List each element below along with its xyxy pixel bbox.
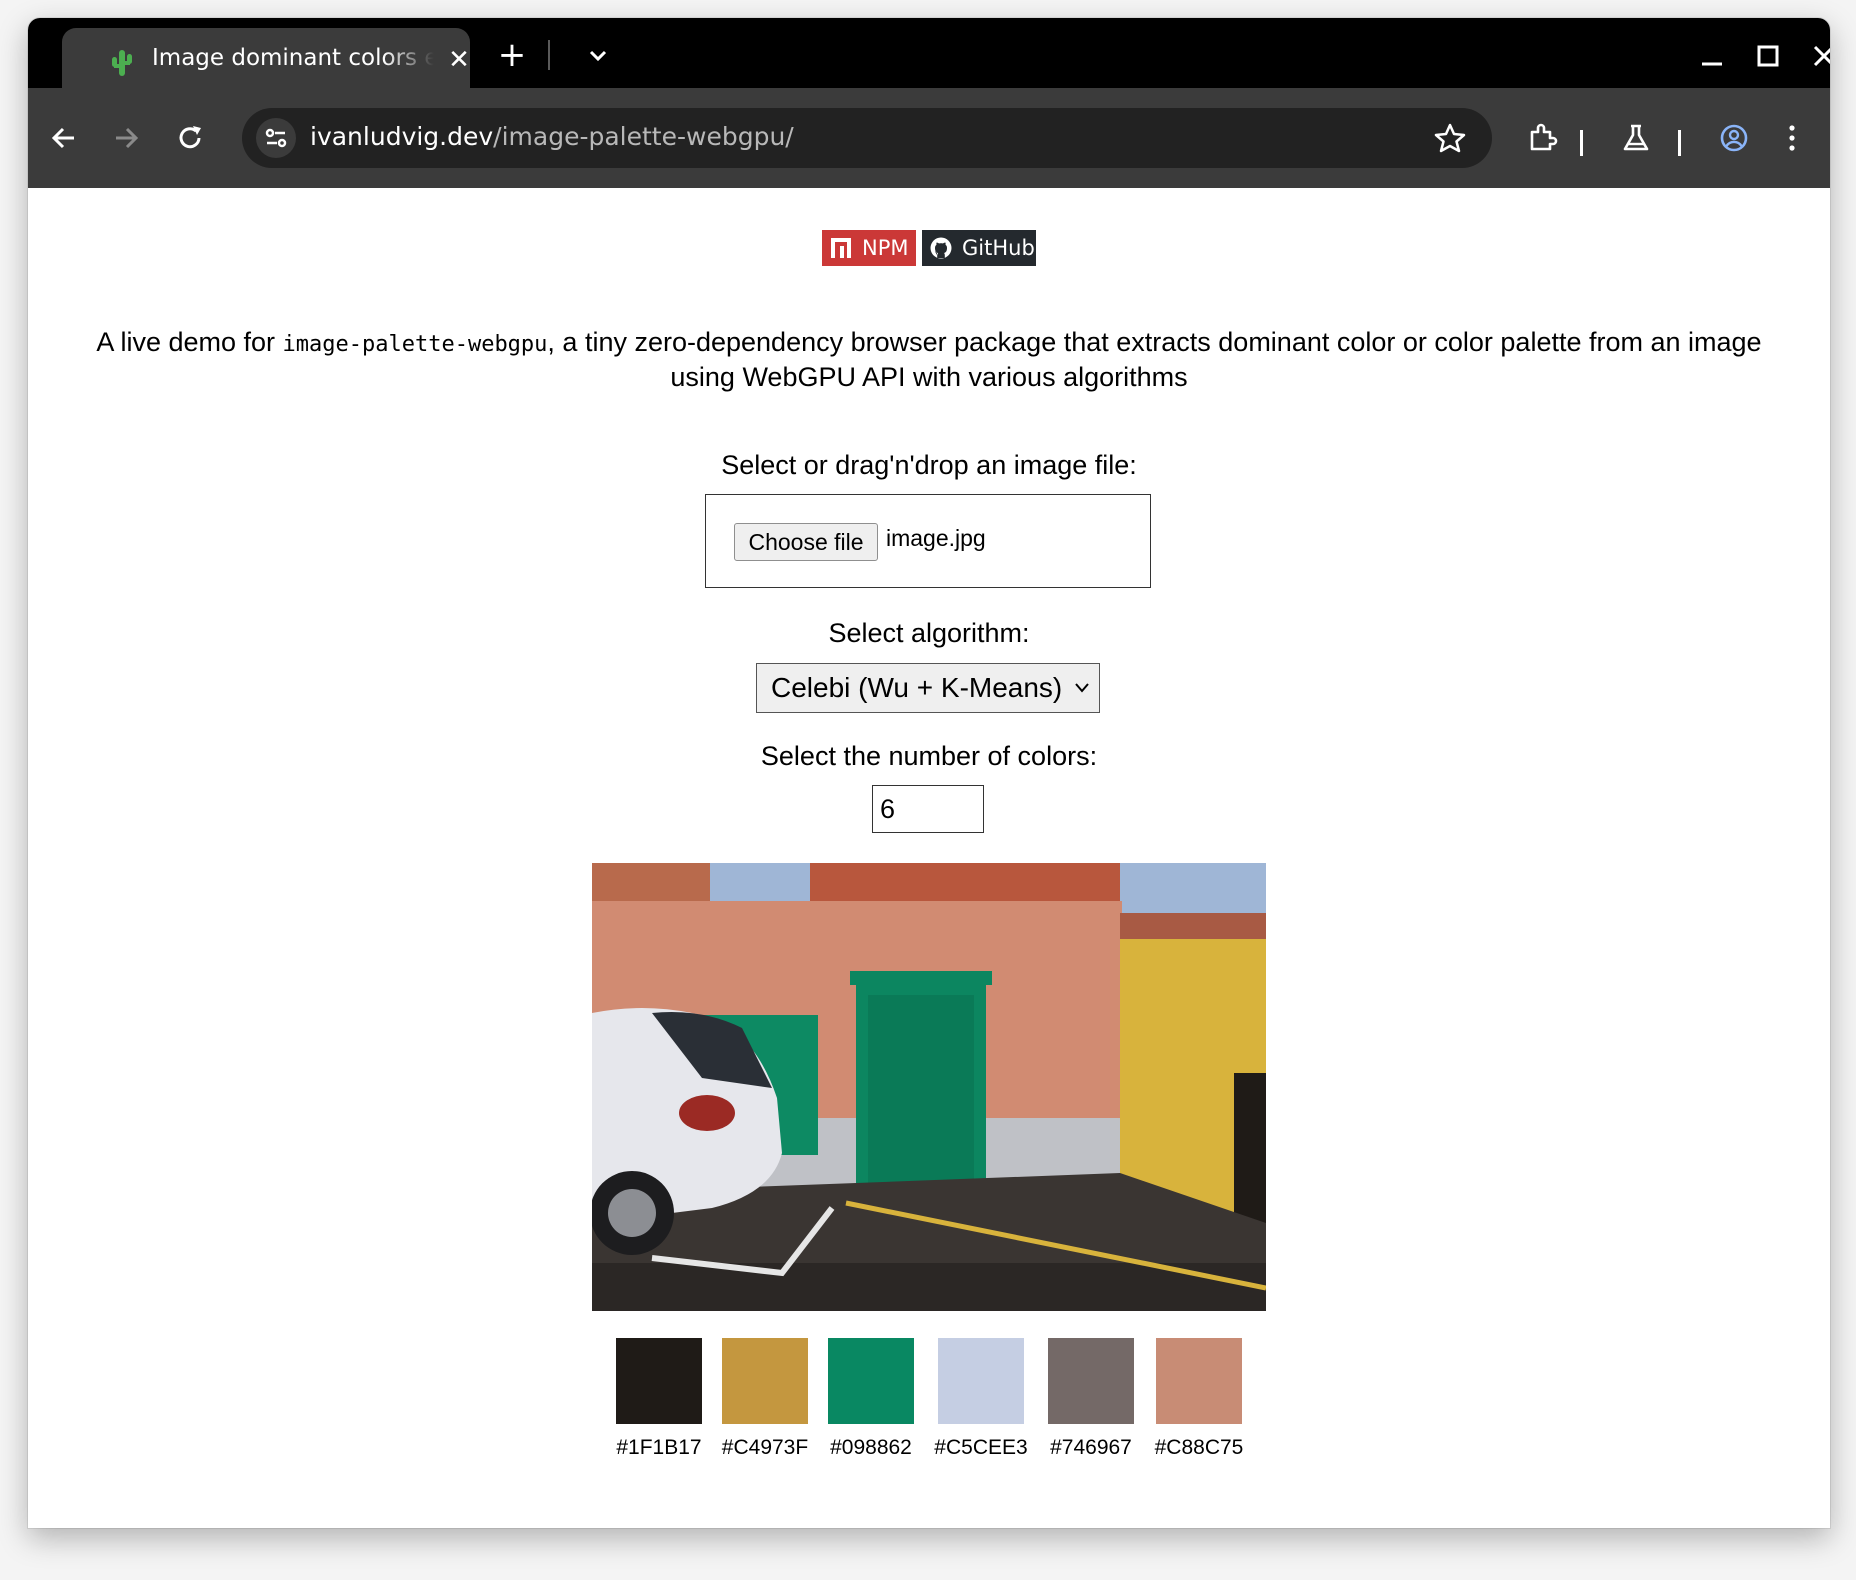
back-arrow-icon[interactable]	[42, 116, 86, 160]
github-badge[interactable]: GitHub	[922, 230, 1036, 266]
palette-swatch	[828, 1338, 914, 1424]
maximize-icon[interactable]	[1748, 36, 1788, 76]
github-badge-label: GitHub	[962, 236, 1035, 260]
source-image	[592, 863, 1266, 1311]
url-host: ivanludvig.dev	[310, 122, 494, 151]
address-bar[interactable]: ivanludvig.dev/image-palette-webgpu/	[242, 108, 1492, 168]
intro-before: A live demo for	[96, 327, 283, 357]
algorithm-select[interactable]: Celebi (Wu + K-Means)	[756, 663, 1100, 713]
colors-count-input[interactable]: 6	[872, 785, 984, 833]
new-tab-icon[interactable]: +	[494, 38, 530, 74]
selected-file-name: image.jpg	[886, 525, 986, 551]
browser-toolbar: ivanludvig.dev/image-palette-webgpu/	[28, 88, 1830, 188]
palette-swatch	[938, 1338, 1024, 1424]
algorithm-selected-value: Celebi (Wu + K-Means)	[771, 672, 1063, 703]
browser-tab[interactable]: Image dominant colors extractor ✕	[62, 28, 470, 88]
palette-swatch	[722, 1338, 808, 1424]
reload-icon[interactable]	[168, 116, 212, 160]
palette-swatch	[1048, 1338, 1134, 1424]
url-text: ivanludvig.dev/image-palette-webgpu/	[310, 122, 794, 151]
kebab-menu-icon[interactable]	[1770, 116, 1814, 160]
package-name: image-palette-webgpu	[282, 332, 548, 357]
intro-text: A live demo for image-palette-webgpu, a …	[88, 326, 1770, 394]
chevron-down-icon	[1075, 683, 1089, 693]
browser-window: Image dominant colors extractor ✕ +	[28, 18, 1830, 1528]
page-content: NPM GitHub A live demo for image-palette…	[28, 188, 1830, 1528]
palette-swatch	[1156, 1338, 1242, 1424]
url-path: /image-palette-webgpu/	[493, 122, 794, 151]
github-logo-icon	[930, 237, 952, 259]
toolbar-separator	[1580, 130, 1583, 156]
palette-swatch	[616, 1338, 702, 1424]
file-drop-zone[interactable]: Choose file image.jpg	[705, 494, 1151, 588]
tab-close-icon[interactable]: ✕	[444, 44, 474, 74]
extensions-icon[interactable]	[1520, 116, 1564, 160]
tab-divider	[548, 40, 550, 70]
intro-after: , a tiny zero-dependency browser package…	[547, 327, 1762, 392]
bookmark-star-icon[interactable]	[1432, 120, 1468, 156]
npm-badge-label: NPM	[862, 236, 909, 260]
tab-strip: Image dominant colors extractor ✕ +	[28, 18, 1830, 88]
profile-avatar-icon[interactable]	[1712, 116, 1756, 160]
tab-title: Image dominant colors extractor	[152, 45, 434, 71]
npm-logo-icon	[831, 238, 851, 258]
npm-badge[interactable]: NPM	[822, 230, 916, 266]
labs-flask-icon[interactable]	[1614, 116, 1658, 160]
cactus-favicon-icon	[112, 50, 132, 76]
window-close-icon[interactable]	[1804, 36, 1830, 76]
tune-icon	[265, 128, 287, 148]
palette-hex-label: #C88C75	[1154, 1436, 1244, 1459]
algorithm-label: Select algorithm:	[828, 618, 1030, 648]
choose-file-button[interactable]: Choose file	[734, 523, 878, 561]
minimize-icon[interactable]	[1692, 36, 1732, 76]
tab-search-chevron-icon[interactable]	[580, 38, 616, 74]
file-label: Select or drag'n'drop an image file:	[721, 450, 1137, 480]
forward-arrow-icon[interactable]	[104, 116, 148, 160]
colors-count-label: Select the number of colors:	[760, 741, 1098, 771]
toolbar-separator	[1678, 130, 1681, 156]
site-info-button[interactable]	[256, 118, 296, 158]
